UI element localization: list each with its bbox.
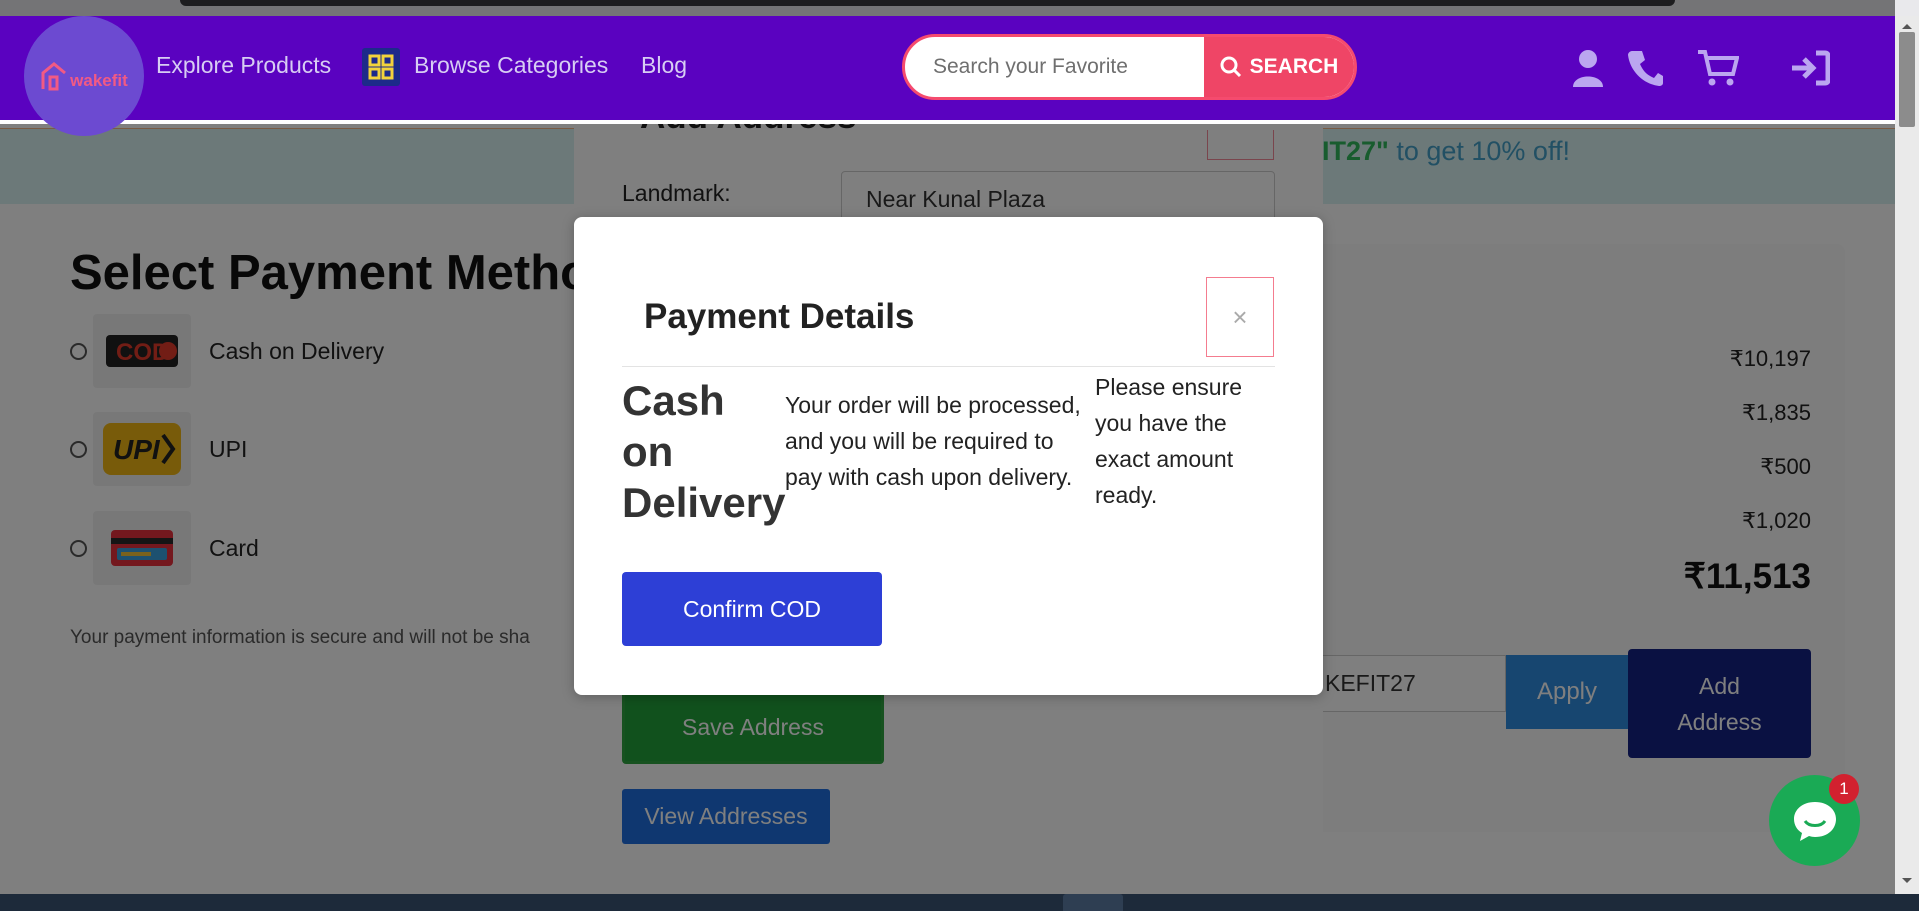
close-icon[interactable]: × xyxy=(1206,277,1274,357)
payment-description: Your order will be processed, and you wi… xyxy=(785,392,1081,490)
phone-icon[interactable] xyxy=(1624,46,1668,90)
logo-text: wakefit xyxy=(70,71,128,90)
payment-method-heading: Cash on Delivery xyxy=(622,377,786,526)
taskbar-strip xyxy=(0,894,1919,911)
scroll-up-arrow-icon[interactable] xyxy=(1899,18,1915,29)
grid-icon[interactable] xyxy=(362,48,400,86)
user-icon[interactable] xyxy=(1566,46,1610,90)
sign-in-icon[interactable] xyxy=(1788,46,1832,90)
payment-details-modal: Payment Details × Cash on Delivery Your … xyxy=(574,217,1323,695)
chat-icon xyxy=(1793,801,1836,841)
nav-blog[interactable]: Blog xyxy=(641,52,687,79)
wakefit-logo[interactable]: wakefit xyxy=(24,16,144,136)
nav-explore-products[interactable]: Explore Products xyxy=(156,52,331,79)
search-input[interactable] xyxy=(905,37,1204,97)
scroll-down-arrow-icon[interactable] xyxy=(1899,873,1915,883)
search-button[interactable]: SEARCH xyxy=(1204,37,1354,97)
confirm-cod-button[interactable]: Confirm COD xyxy=(622,572,882,646)
scrollbar-thumb[interactable] xyxy=(1899,32,1915,127)
search-icon xyxy=(1220,56,1241,78)
payment-details-title: Payment Details xyxy=(644,297,915,336)
navbar: wakefit Explore Products Browse Categori… xyxy=(0,16,1895,136)
cart-icon[interactable] xyxy=(1696,46,1740,90)
home-logo-icon xyxy=(41,62,67,91)
nav-browse-categories[interactable]: Browse Categories xyxy=(414,52,608,79)
scrollbar-track[interactable] xyxy=(1895,16,1919,894)
search-button-label: SEARCH xyxy=(1249,55,1339,78)
taskbar-tab[interactable] xyxy=(1063,894,1123,911)
chat-notification-badge: 1 xyxy=(1829,774,1859,804)
payment-note: Please ensure you have the exact amount … xyxy=(1095,374,1243,508)
search-bar: SEARCH xyxy=(902,34,1357,100)
modal-divider xyxy=(622,366,1275,367)
